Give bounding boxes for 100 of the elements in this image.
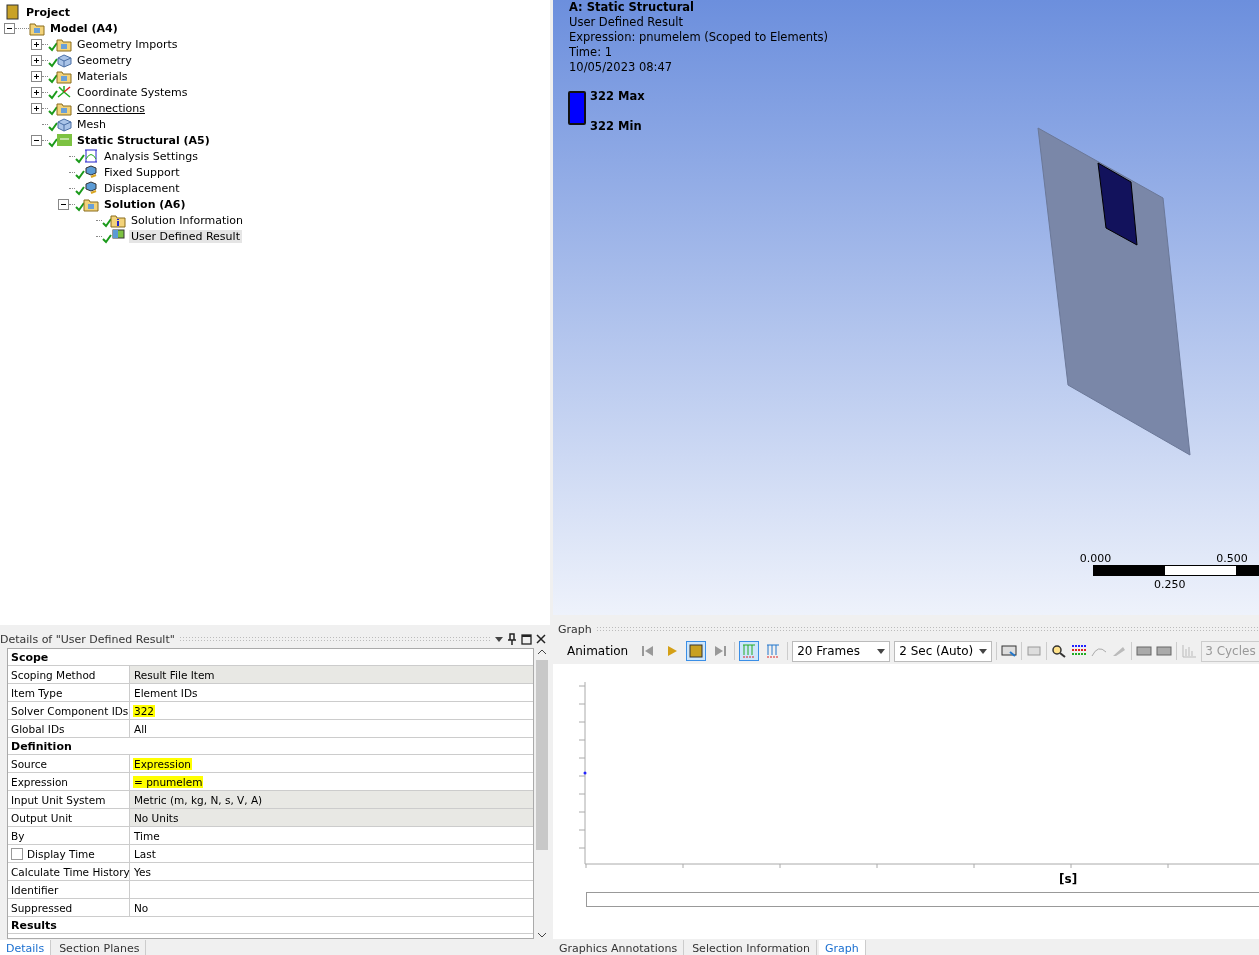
- panel-tab[interactable]: Details: [0, 940, 52, 955]
- skip-back-icon: [641, 644, 656, 658]
- graphics-viewport[interactable]: A: Static Structural User Defined Result Expression: pnumelem (Scoped to Elements) Time: 1 10/05/2023 08:47 322 Max 322 Min 0.000 0.500 0.250: [553, 0, 1259, 615]
- property-value[interactable]: Expression: [133, 757, 192, 770]
- scale-label: 0.500: [1216, 552, 1248, 565]
- checkbox[interactable]: [11, 847, 23, 860]
- frames-icon: [742, 644, 757, 658]
- tree-item[interactable]: Analysis Settings: [102, 149, 200, 163]
- frames-dropdown[interactable]: 20 Frames: [792, 640, 891, 662]
- collapse-toggle-icon[interactable]: [4, 22, 15, 34]
- property-value[interactable]: Metric (m, kg, N, s, V, A): [133, 793, 264, 806]
- property-label: Expression: [11, 775, 68, 788]
- axes-icon: [56, 84, 72, 100]
- support-icon: [83, 164, 99, 180]
- close-icon[interactable]: [536, 634, 546, 644]
- color-grid-icon[interactable]: [1071, 644, 1088, 658]
- property-value[interactable]: 322: [133, 704, 156, 717]
- axis-unit-label: [s]: [1059, 872, 1078, 886]
- tree-item[interactable]: Mesh: [75, 117, 108, 131]
- info-icon: [110, 212, 126, 228]
- tree-item[interactable]: Fixed Support: [102, 165, 182, 179]
- panel-title: Graph: [558, 622, 592, 636]
- expand-toggle-icon[interactable]: [31, 70, 42, 82]
- property-label: Display Time: [27, 847, 95, 860]
- toolbar-button[interactable]: [739, 641, 760, 661]
- property-value[interactable]: Result File Item: [133, 668, 216, 681]
- folder-icon: [56, 100, 72, 116]
- folder-icon: [56, 36, 72, 52]
- panel-tab[interactable]: Section Planes: [53, 940, 147, 955]
- property-value[interactable]: Yes: [133, 865, 152, 878]
- tree-item[interactable]: Geometry Imports: [75, 37, 180, 51]
- tree-item[interactable]: User Defined Result: [129, 229, 242, 243]
- panel-tab[interactable]: Selection Information: [686, 940, 817, 955]
- property-value[interactable]: No: [133, 901, 150, 914]
- tree-item[interactable]: Static Structural (A5): [75, 133, 212, 147]
- zoom-icon[interactable]: [1051, 644, 1068, 658]
- folder-icon: [56, 68, 72, 84]
- tree-item[interactable]: Solution Information: [129, 213, 245, 227]
- support-icon: [83, 180, 99, 196]
- property-label: Calculate Time History: [11, 865, 130, 878]
- maximize-icon[interactable]: [521, 633, 532, 645]
- export-video-icon[interactable]: [1001, 644, 1018, 658]
- tree-item[interactable]: Displacement: [102, 181, 182, 195]
- tree-item[interactable]: Materials: [75, 69, 130, 83]
- film-icon[interactable]: [1136, 644, 1153, 658]
- property-value[interactable]: All: [133, 722, 149, 735]
- expand-toggle-icon[interactable]: [31, 86, 42, 98]
- panel-tab[interactable]: Graph: [819, 940, 866, 955]
- property-label: By: [11, 829, 25, 842]
- property-value[interactable]: Last: [133, 847, 157, 860]
- result-info-text: Time: 1: [569, 45, 613, 60]
- property-label: Scoping Method: [11, 668, 96, 681]
- expand-toggle-icon[interactable]: [31, 38, 42, 50]
- scale-label: 0.250: [1153, 578, 1186, 591]
- property-label: Item Type: [11, 686, 63, 699]
- toolbar-label: Animation: [567, 644, 629, 658]
- settings-icon: [83, 148, 99, 164]
- property-value[interactable]: No Units: [133, 811, 180, 824]
- result-info-text: User Defined Result: [569, 15, 684, 30]
- collapse-toggle-icon[interactable]: [58, 198, 69, 210]
- caret-icon: [877, 648, 886, 654]
- property-label: Global IDs: [11, 722, 65, 735]
- tree-item[interactable]: Solution (A6): [102, 197, 188, 211]
- result-info-text: 10/05/2023 08:47: [569, 60, 674, 75]
- model-icon: [29, 20, 45, 36]
- folder-icon: [83, 196, 99, 212]
- property-label: Solver Component IDs: [11, 704, 129, 717]
- chevron-down-icon: [537, 931, 547, 939]
- result-info-text: A: Static Structural: [569, 0, 696, 15]
- caret-icon: [495, 636, 503, 642]
- cube-icon: [56, 116, 72, 132]
- legend-min: 322 Min: [590, 119, 643, 135]
- property-label: Source: [11, 757, 48, 770]
- skip-forward-icon: [713, 644, 728, 658]
- tree-item[interactable]: Coordinate Systems: [75, 85, 190, 99]
- property-value[interactable]: = pnumelem: [133, 775, 204, 788]
- expand-toggle-icon[interactable]: [31, 54, 42, 66]
- tree-item[interactable]: Model (A4): [48, 21, 120, 35]
- tree-item[interactable]: Project: [24, 5, 73, 19]
- duration-dropdown[interactable]: 2 Sec (Auto): [894, 640, 993, 662]
- property-value[interactable]: Element IDs: [133, 686, 199, 699]
- panel-tab[interactable]: Graphics Annotations: [553, 940, 685, 955]
- pin-icon[interactable]: [507, 633, 517, 645]
- property-label: Suppressed: [11, 901, 73, 914]
- analysis-icon: [56, 132, 72, 148]
- cycles-field: 3 Cycles: [1201, 640, 1259, 662]
- caret-icon: [979, 648, 988, 654]
- section-header[interactable]: Results: [8, 917, 533, 934]
- property-label: Output Unit: [11, 811, 73, 824]
- scale-label: 0.000: [1079, 552, 1112, 565]
- property-value[interactable]: Time: [133, 829, 161, 842]
- tree-item[interactable]: Connections: [75, 101, 147, 115]
- cube-icon: [56, 52, 72, 68]
- tree-item[interactable]: Geometry: [75, 53, 134, 67]
- film-icon[interactable]: [1156, 644, 1173, 658]
- result-info-text: Expression: pnumelem (Scoped to Elements): [569, 30, 829, 45]
- expand-toggle-icon[interactable]: [31, 102, 42, 114]
- stop-icon: [689, 644, 704, 658]
- collapse-toggle-icon[interactable]: [31, 134, 42, 146]
- toolbar-button[interactable]: [686, 641, 707, 661]
